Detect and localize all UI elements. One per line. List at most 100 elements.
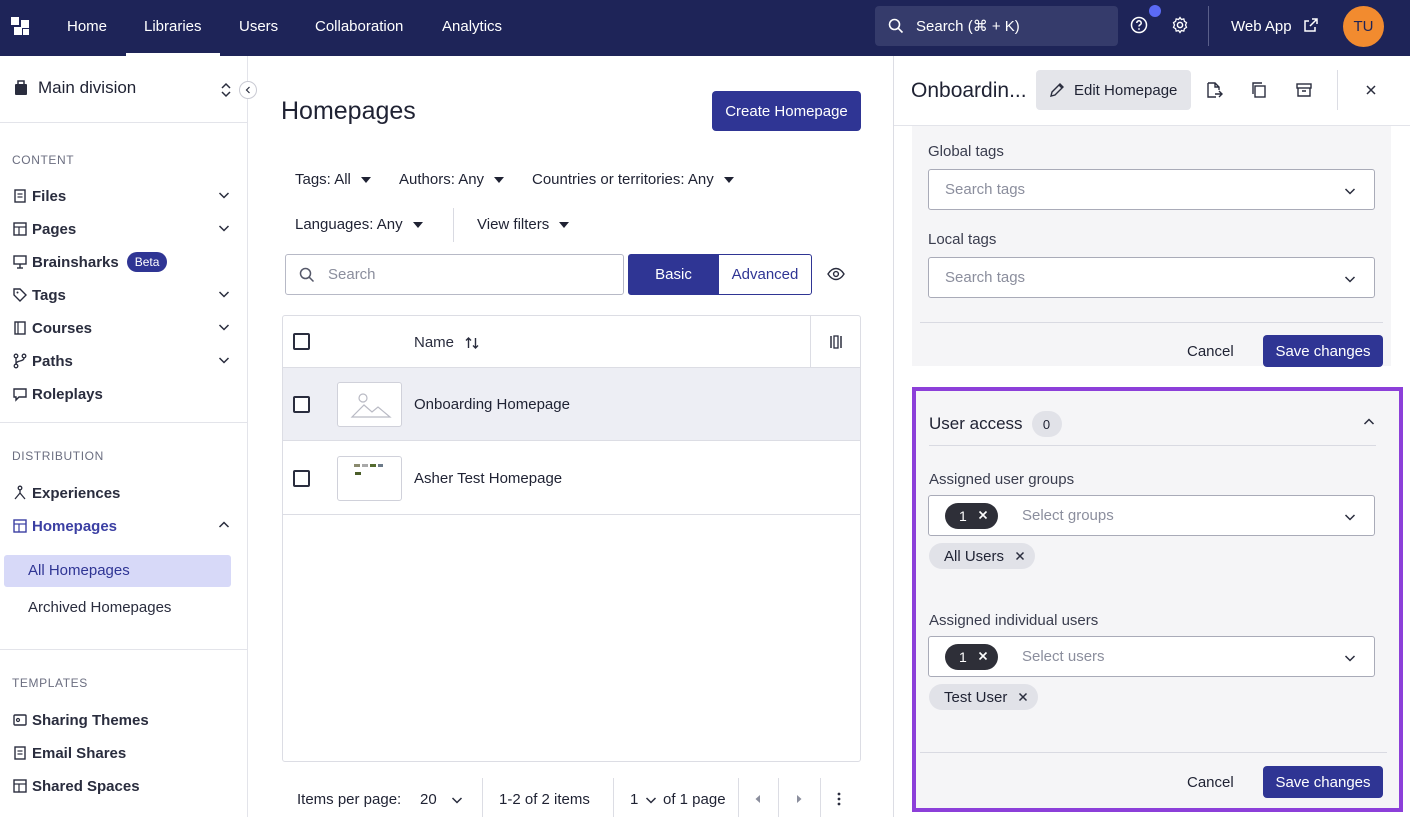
sidebar-item-paths[interactable]: Paths [12,348,232,374]
columns-icon[interactable] [829,334,843,350]
next-page-icon[interactable] [794,794,804,804]
row-name[interactable]: Onboarding Homepage [414,396,570,413]
sidebar-item-courses[interactable]: Courses [12,315,232,341]
chevron-down-icon[interactable] [218,354,230,366]
mode-basic-button[interactable]: Basic [628,254,719,295]
column-header-name[interactable]: Name [414,334,480,351]
prev-page-icon[interactable] [753,794,763,804]
gear-icon[interactable] [1171,16,1189,34]
external-link-icon [1304,18,1318,32]
user-access-section: User access 0 Assigned user groups 1 Sel… [912,387,1403,812]
table-row[interactable]: Asher Test Homepage [283,442,860,515]
sidebar-item-label: Sharing Themes [32,711,149,729]
filter-authors-label: Authors: Any [399,171,485,188]
chevron-up-icon[interactable] [1363,416,1375,428]
logo-icon[interactable] [11,17,31,37]
filter-authors[interactable]: Authors: Any [399,171,505,188]
sidebar-item-shared-spaces[interactable]: Shared Spaces [12,773,232,799]
duplicate-icon[interactable] [1250,81,1268,99]
global-search[interactable]: Search (⌘ + K) [875,6,1118,46]
sidebar-item-sharing-themes[interactable]: Sharing Themes [12,707,232,733]
layout-icon [13,519,27,533]
page-select[interactable]: 1 [630,791,657,808]
sidebar-item-experiences[interactable]: Experiences [12,480,232,506]
section-templates-heading: TEMPLATES [12,676,88,690]
sidebar-item-homepages[interactable]: Homepages [12,513,232,539]
sort-icon[interactable] [464,335,480,351]
sidebar-item-label: Files [32,187,67,205]
more-vertical-icon[interactable] [836,791,842,807]
close-icon[interactable] [976,649,990,663]
avatar[interactable]: TU [1343,6,1384,47]
web-app-link[interactable]: Web App [1231,0,1319,53]
users-select[interactable]: 1 Select users [928,636,1375,677]
user-access-header[interactable]: User access 0 [929,411,1062,437]
nav-tab-collaboration[interactable]: Collaboration [315,0,403,56]
tags-save-button[interactable]: Save changes [1263,335,1383,367]
groups-select[interactable]: 1 Select groups [928,495,1375,536]
section-distribution-heading: DISTRIBUTION [12,449,104,463]
chevron-up-icon[interactable] [218,519,230,531]
items-per-page-select[interactable]: 20 [420,791,463,808]
sidebar-item-tags[interactable]: Tags [12,282,232,308]
access-save-button[interactable]: Save changes [1263,766,1383,798]
local-tags-select[interactable]: Search tags [928,257,1375,298]
view-filters[interactable]: View filters [477,216,570,233]
search-input[interactable]: Search [285,254,624,295]
presentation-icon [13,255,27,269]
nav-tab-users[interactable]: Users [239,0,278,56]
select-all-checkbox[interactable] [293,333,310,350]
sidebar-item-all-homepages[interactable]: All Homepages [4,555,231,587]
create-homepage-button[interactable]: Create Homepage [712,91,861,131]
archive-icon[interactable] [1295,81,1313,99]
access-cancel-button[interactable]: Cancel [1187,774,1234,791]
pager-divider [738,778,739,817]
global-tags-select[interactable]: Search tags [928,169,1375,210]
sort-updown-icon[interactable] [220,82,232,98]
beta-badge: Beta [126,252,168,272]
nav-tab-home[interactable]: Home [67,0,107,56]
edit-homepage-button[interactable]: Edit Homepage [1036,70,1191,110]
groups-placeholder: Select groups [1022,507,1114,524]
help-icon[interactable] [1130,16,1148,34]
sidebar-divider [0,122,248,123]
sidebar-item-label: Paths [32,352,73,370]
sidebar-item-roleplays[interactable]: Roleplays [12,381,232,407]
sidebar-item-pages[interactable]: Pages [12,216,232,242]
panel-header: Onboardin... Edit Homepage [894,56,1410,126]
export-icon[interactable] [1205,81,1223,99]
tags-cancel-button[interactable]: Cancel [1187,343,1234,360]
groups-count-chip[interactable]: 1 [945,503,998,529]
close-icon[interactable] [1362,81,1380,99]
sidebar-item-label: Experiences [32,484,121,502]
close-icon[interactable] [1014,550,1026,562]
global-tags-placeholder: Search tags [945,181,1026,198]
sidebar-item-email-shares[interactable]: Email Shares [12,740,232,766]
thumbnail-placeholder [337,382,402,427]
collapse-sidebar-button[interactable] [239,81,257,99]
users-count-chip[interactable]: 1 [945,644,998,670]
chevron-down-icon[interactable] [218,222,230,234]
filter-countries[interactable]: Countries or territories: Any [532,171,734,188]
nav-tab-libraries[interactable]: Libraries [126,0,219,56]
chevron-down-icon[interactable] [218,321,230,333]
row-checkbox[interactable] [293,396,310,413]
table-row[interactable]: Onboarding Homepage [283,368,860,441]
chevron-down-icon[interactable] [218,189,230,201]
sidebar-item-brainsharks[interactable]: Brainsharks Beta [12,249,232,275]
filter-tags[interactable]: Tags: All [295,171,371,188]
chevron-down-icon[interactable] [218,288,230,300]
row-name[interactable]: Asher Test Homepage [414,470,562,487]
row-checkbox[interactable] [293,470,310,487]
division-selector[interactable]: Main division [14,78,136,98]
sidebar-item-files[interactable]: Files [12,183,232,209]
nav-tab-analytics[interactable]: Analytics [442,0,502,56]
sidebar-item-label: Brainsharks [32,253,119,271]
filter-languages[interactable]: Languages: Any [295,216,423,233]
close-icon[interactable] [1017,691,1029,703]
eye-icon[interactable] [827,266,845,282]
close-icon[interactable] [976,508,990,522]
network-icon [14,485,26,500]
sidebar-item-archived-homepages[interactable]: Archived Homepages [4,592,231,624]
mode-advanced-button[interactable]: Advanced [718,254,812,295]
